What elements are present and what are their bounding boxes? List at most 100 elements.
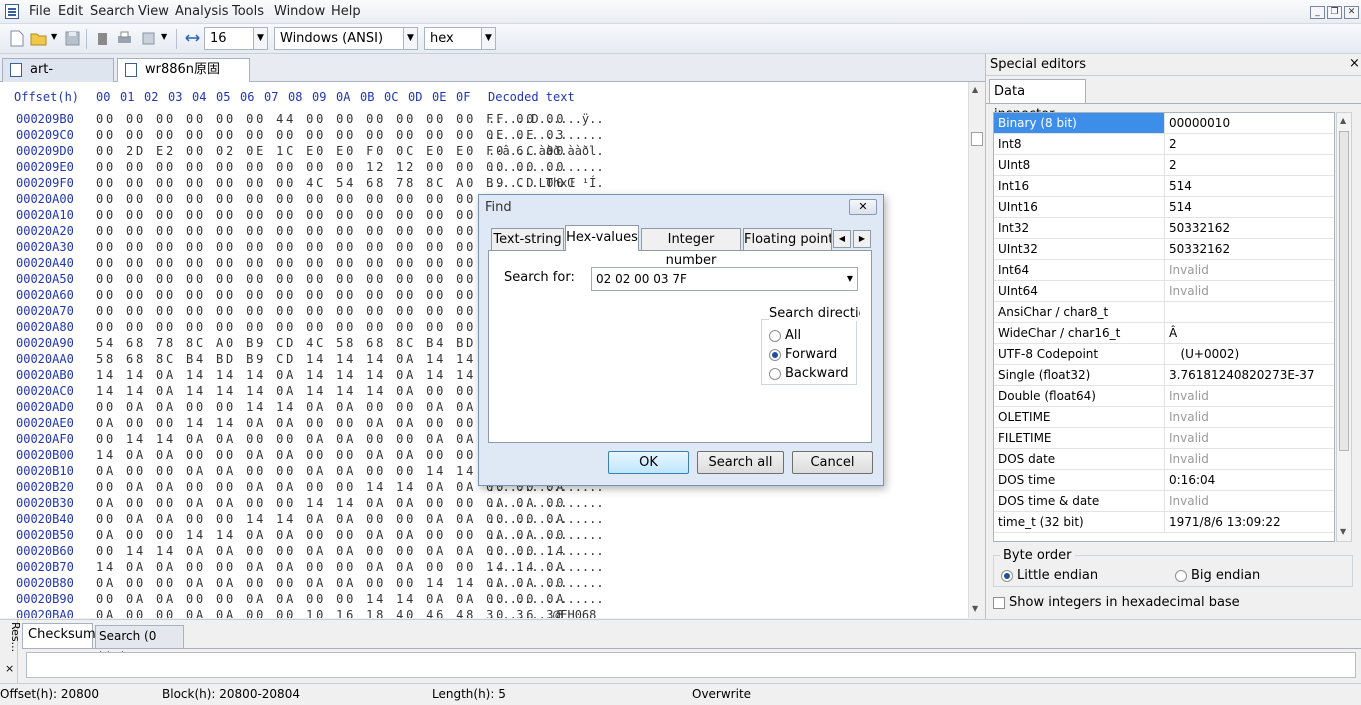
charset-select[interactable]: Windows (ANSI) ▼ — [274, 27, 418, 50]
page-setup-icon[interactable] — [140, 30, 157, 47]
inspector-row[interactable]: Double (float64) Invalid — [994, 386, 1334, 407]
row-decoded-text[interactable]: ................ — [488, 560, 604, 574]
tab-checksum[interactable]: Checksum — [22, 623, 96, 648]
row-decoded-text[interactable]: ................ — [488, 512, 604, 526]
tab-floating-point[interactable]: Floating point — [743, 228, 832, 251]
print-icon[interactable] — [116, 30, 133, 47]
inspector-row[interactable]: Int16 514 — [994, 176, 1334, 197]
new-file-icon[interactable] — [8, 30, 25, 47]
inspector-row[interactable]: Int32 50332162 — [994, 218, 1334, 239]
inspector-row[interactable]: AnsiChar / char8_t — [994, 302, 1334, 323]
hex-base-checkbox[interactable] — [993, 597, 1005, 609]
inspector-value[interactable]: Invalid — [1165, 407, 1209, 427]
hex-row[interactable]: 000209D0 00 2D E2 00 02 0E 1C E0 E0 F0 0C… — [0, 144, 968, 160]
results-list[interactable] — [26, 652, 1356, 678]
inspector-value[interactable]: 50332162 — [1165, 239, 1230, 259]
inspector-row[interactable]: time_t (32 bit) 1971/8/6 13:09:22 — [994, 512, 1334, 533]
inspector-value[interactable]: Invalid — [1165, 491, 1209, 511]
hex-row[interactable]: 00020BA0 0A 00 00 0A 0A 00 00 10 16 18 40… — [0, 608, 968, 618]
tab-scroll-right-icon[interactable]: ▶ — [853, 230, 871, 248]
inspector-value[interactable]: 2 — [1165, 155, 1177, 175]
inspector-value[interactable]: Invalid — [1165, 449, 1209, 469]
inspector-row[interactable]: UInt8 2 — [994, 155, 1334, 176]
row-decoded-text[interactable]: ................ — [488, 128, 604, 142]
ok-button[interactable]: OK — [608, 451, 689, 474]
inspector-row[interactable]: Single (float32) 3.76181240820273E-37 — [994, 365, 1334, 386]
results-close-icon[interactable]: × — [5, 662, 14, 675]
inspector-value[interactable]: Invalid — [1165, 260, 1209, 280]
direction-backward-radio[interactable] — [769, 368, 781, 380]
row-decoded-text[interactable]: ................ — [488, 544, 604, 558]
menu-view[interactable]: View — [138, 4, 169, 19]
row-decoded-text[interactable]: .......LThxŒ ¹Í. — [488, 176, 604, 190]
tab-hex-values[interactable]: Hex-values — [565, 225, 639, 251]
scroll-thumb[interactable] — [1339, 131, 1349, 451]
dialog-close-icon[interactable]: ✕ — [849, 199, 877, 215]
hex-row[interactable]: 00020B40 00 0A 0A 00 00 14 14 0A 0A 00 00… — [0, 512, 968, 528]
inspector-value[interactable]: 1971/8/6 13:09:22 — [1165, 512, 1281, 532]
scroll-up-icon[interactable]: ▲ — [972, 85, 978, 94]
row-decoded-text[interactable]: ......D......ÿ.. — [488, 112, 604, 126]
inspector-value[interactable]: 514 — [1165, 197, 1192, 217]
hex-row[interactable]: 00020B90 00 0A 0A 00 00 0A 0A 00 00 14 14… — [0, 592, 968, 608]
row-decoded-text[interactable]: ................ — [488, 528, 604, 542]
close-icon[interactable]: ✕ — [1344, 6, 1359, 19]
chevron-down-icon[interactable]: ▼ — [847, 268, 853, 290]
row-decoded-text[interactable]: ................ — [488, 160, 604, 174]
direction-forward-radio[interactable] — [769, 349, 781, 361]
inspector-value[interactable]: Invalid — [1165, 281, 1209, 301]
inspector-value[interactable]: 0:16:04 — [1165, 470, 1215, 490]
inspector-row[interactable]: FILETIME Invalid — [994, 428, 1334, 449]
open-folder-icon[interactable] — [30, 30, 47, 47]
tab-scroll-left-icon[interactable]: ◀ — [833, 230, 851, 248]
inspector-row[interactable]: Int8 2 — [994, 134, 1334, 155]
tab-art-tp9343[interactable]: art-tp9343.bin — [2, 58, 114, 99]
scroll-up-icon[interactable]: ▲ — [1340, 116, 1346, 125]
minimize-icon[interactable]: _ — [1310, 6, 1325, 19]
hex-row[interactable]: 000209B0 00 00 00 00 00 00 44 00 00 00 00… — [0, 112, 968, 128]
menu-help[interactable]: Help — [331, 4, 361, 19]
restore-icon[interactable]: ❐ — [1327, 6, 1342, 19]
open-dropdown-icon[interactable]: ▼ — [51, 32, 57, 41]
tab-search-results[interactable]: Search (0 hits) — [95, 625, 184, 664]
hex-row[interactable]: 00020B60 00 14 14 0A 0A 00 00 0A 0A 00 00… — [0, 544, 968, 560]
menu-edit[interactable]: Edit — [58, 4, 83, 19]
save-icon[interactable] — [64, 30, 81, 47]
inspector-row[interactable]: Binary (8 bit) 00000010 — [994, 113, 1334, 134]
menu-window[interactable]: Window — [274, 4, 325, 19]
inspector-row[interactable]: DOS time & date Invalid — [994, 491, 1334, 512]
hex-row[interactable]: 00020B80 0A 00 00 0A 0A 00 00 0A 0A 00 00… — [0, 576, 968, 592]
search-input[interactable]: 02 02 00 03 7F ▼ — [591, 267, 858, 291]
big-endian-radio[interactable] — [1175, 570, 1187, 582]
inspector-value[interactable]: (U+0002) — [1165, 344, 1239, 364]
row-decoded-text[interactable]: ................ — [488, 576, 604, 590]
cancel-button[interactable]: Cancel — [792, 451, 873, 474]
inspector-value[interactable]: 3.76181240820273E-37 — [1165, 365, 1315, 385]
inspector-row[interactable]: OLETIME Invalid — [994, 407, 1334, 428]
scroll-thumb[interactable] — [971, 132, 983, 146]
hex-row[interactable]: 000209E0 00 00 00 00 00 00 00 00 00 12 12… — [0, 160, 968, 176]
page-setup-dropdown-icon[interactable]: ▼ — [161, 32, 167, 41]
inspector-value[interactable]: Invalid — [1165, 386, 1209, 406]
inspector-row[interactable]: UInt16 514 — [994, 197, 1334, 218]
hex-row[interactable]: 000209C0 00 00 00 00 00 00 00 00 00 00 00… — [0, 128, 968, 144]
inspector-scrollbar[interactable]: ▲ ▼ — [1336, 112, 1352, 542]
menu-file[interactable]: File — [29, 4, 51, 19]
inspector-value[interactable]: Invalid — [1165, 428, 1209, 448]
hex-row[interactable]: 000209F0 00 00 00 00 00 00 00 4C 54 68 78… — [0, 176, 968, 192]
tab-wr886n[interactable]: wr886n原固件.bin — [117, 58, 250, 99]
hex-row[interactable]: 00020B50 0A 00 00 14 14 0A 0A 00 00 0A 0A… — [0, 528, 968, 544]
inspector-row[interactable]: UInt64 Invalid — [994, 281, 1334, 302]
inspector-row[interactable]: UTF-8 Codepoint (U+0002) — [994, 344, 1334, 365]
row-decoded-text[interactable]: .........@FH068 — [488, 608, 596, 618]
inspector-row[interactable]: UInt32 50332162 — [994, 239, 1334, 260]
inspector-value[interactable]: Â — [1165, 323, 1177, 343]
inspector-row[interactable]: Int64 Invalid — [994, 260, 1334, 281]
inspector-row[interactable]: DOS date Invalid — [994, 449, 1334, 470]
tab-data-inspector[interactable]: Data inspector — [989, 79, 1086, 122]
row-decoded-text[interactable]: ................ — [488, 496, 604, 510]
inspector-value[interactable]: 2 — [1165, 134, 1177, 154]
scroll-down-icon[interactable]: ▼ — [972, 604, 978, 613]
inspector-row[interactable]: DOS time 0:16:04 — [994, 470, 1334, 491]
hex-scrollbar[interactable]: ▲ ▼ — [968, 82, 985, 618]
